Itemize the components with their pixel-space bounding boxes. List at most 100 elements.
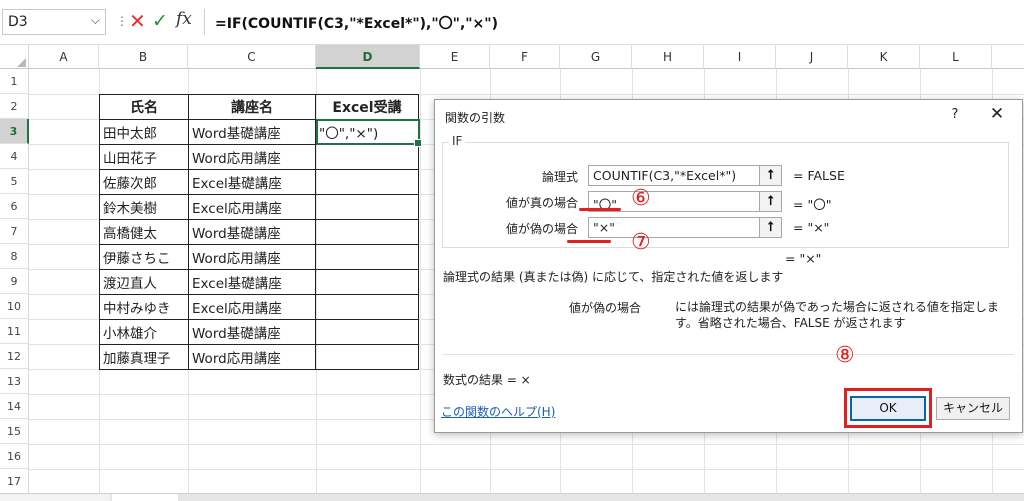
- cell[interactable]: 田中太郎: [99, 119, 189, 145]
- row-header-bar: 1 2 3 4 5 6 7 8 9 10 11 12 13 14 15 16 1…: [0, 69, 29, 494]
- collapse-dialog-icon[interactable]: ⭡: [760, 217, 782, 238]
- active-cell-content[interactable]: "〇","×"): [315, 119, 419, 145]
- cell[interactable]: [315, 194, 419, 220]
- formula-input[interactable]: =IF(COUNTIF(C3,"*Excel*"),"〇","×"): [204, 9, 1022, 35]
- step-7-marker: ⑦: [631, 230, 651, 255]
- header-cell[interactable]: 氏名: [99, 94, 189, 120]
- cell[interactable]: [315, 244, 419, 270]
- cell[interactable]: Word基礎講座: [188, 319, 316, 345]
- column-header-g[interactable]: G: [560, 45, 632, 69]
- cell[interactable]: Excel応用講座: [188, 194, 316, 220]
- divider: [443, 354, 1014, 355]
- cell[interactable]: Excel基礎講座: [188, 169, 316, 195]
- table-row: 加藤真理子 Word応用講座: [99, 344, 419, 370]
- cell[interactable]: Word応用講座: [188, 244, 316, 270]
- column-header-e[interactable]: E: [420, 45, 490, 69]
- step-6-underline: [579, 208, 621, 211]
- cell[interactable]: 加藤真理子: [99, 344, 189, 370]
- name-box[interactable]: D3 ⌵: [2, 9, 106, 35]
- column-header-j[interactable]: J: [776, 45, 848, 69]
- table-row: 渡辺直人 Excel基礎講座: [99, 269, 419, 295]
- cell[interactable]: 佐藤次郎: [99, 169, 189, 195]
- cell[interactable]: 伊藤さちこ: [99, 244, 189, 270]
- help-button[interactable]: ?: [946, 107, 964, 122]
- column-header-k[interactable]: K: [848, 45, 920, 69]
- cell[interactable]: 高橋健太: [99, 219, 189, 245]
- row-header[interactable]: 14: [0, 394, 29, 419]
- close-button[interactable]: ✕: [986, 104, 1008, 124]
- row-header[interactable]: 12: [0, 344, 29, 369]
- chevron-down-icon[interactable]: ⌵: [91, 13, 100, 28]
- gridline: [29, 444, 1024, 445]
- row-header[interactable]: 1: [0, 69, 29, 94]
- column-header-f[interactable]: F: [490, 45, 560, 69]
- cell[interactable]: Excel基礎講座: [188, 269, 316, 295]
- row-header[interactable]: 16: [0, 444, 29, 469]
- function-arguments-dialog: 関数の引数 ? ✕ IF 論理式 COUNTIF(C3,"*Excel*") ⭡…: [434, 99, 1023, 433]
- column-header-l[interactable]: L: [920, 45, 992, 69]
- row-header[interactable]: 13: [0, 369, 29, 394]
- cell[interactable]: [315, 144, 419, 170]
- function-help-link[interactable]: この関数のヘルプ(H): [441, 403, 555, 420]
- cell[interactable]: Word基礎講座: [188, 119, 316, 145]
- row-header[interactable]: 10: [0, 294, 29, 319]
- row-header[interactable]: 5: [0, 169, 29, 194]
- data-table: 氏名 講座名 Excel受講 田中太郎 Word基礎講座 "〇","×") 山田…: [99, 94, 419, 370]
- cell[interactable]: [315, 169, 419, 195]
- cell[interactable]: [315, 344, 419, 370]
- cell[interactable]: [315, 319, 419, 345]
- cell[interactable]: 中村みゆき: [99, 294, 189, 320]
- cancel-entry-icon[interactable]: ✕: [129, 9, 146, 33]
- arg-input-logical-test[interactable]: COUNTIF(C3,"*Excel*"): [588, 165, 760, 186]
- row-header[interactable]: 17: [0, 469, 29, 494]
- confirm-entry-icon[interactable]: ✓: [152, 10, 168, 32]
- row-header[interactable]: 4: [0, 144, 29, 169]
- cell[interactable]: Excel応用講座: [188, 294, 316, 320]
- column-header-c[interactable]: C: [188, 45, 316, 69]
- cell[interactable]: 鈴木美樹: [99, 194, 189, 220]
- cell[interactable]: [315, 219, 419, 245]
- column-header-d[interactable]: D: [316, 45, 420, 69]
- arg-result-logical-test: = FALSE: [793, 168, 845, 183]
- collapse-dialog-icon[interactable]: ⭡: [760, 191, 782, 212]
- cancel-button[interactable]: キャンセル: [936, 397, 1010, 420]
- select-all-corner[interactable]: [0, 45, 29, 69]
- column-header-i[interactable]: I: [704, 45, 776, 69]
- row-header[interactable]: 11: [0, 319, 29, 344]
- sheet-tab[interactable]: [0, 494, 110, 501]
- cell[interactable]: Word応用講座: [188, 144, 316, 170]
- arguments-group: IF 論理式 COUNTIF(C3,"*Excel*") ⭡ = FALSE 値…: [442, 134, 1009, 248]
- collapse-dialog-icon[interactable]: ⭡: [760, 165, 782, 186]
- overall-result: = "×": [785, 251, 822, 266]
- gridline: [420, 69, 421, 493]
- row-header[interactable]: 3: [0, 119, 29, 144]
- table-row: 伊藤さちこ Word応用講座: [99, 244, 419, 270]
- arg-description-label: 値が偽の場合: [569, 301, 642, 315]
- row-header[interactable]: 2: [0, 94, 29, 119]
- table-row: 小林雄介 Word基礎講座: [99, 319, 419, 345]
- insert-function-icon[interactable]: fx: [176, 9, 192, 29]
- cell[interactable]: 渡辺直人: [99, 269, 189, 295]
- sheet-tab-active[interactable]: [112, 494, 178, 501]
- cell[interactable]: Word基礎講座: [188, 219, 316, 245]
- cell[interactable]: 小林雄介: [99, 319, 189, 345]
- cell[interactable]: Word応用講座: [188, 344, 316, 370]
- row-header[interactable]: 9: [0, 269, 29, 294]
- cell[interactable]: [315, 269, 419, 295]
- row-header[interactable]: 6: [0, 194, 29, 219]
- cell[interactable]: [315, 294, 419, 320]
- step-6-marker: ⑥: [631, 186, 651, 211]
- table-row: 佐藤次郎 Excel基礎講座: [99, 169, 419, 195]
- table-row: 山田花子 Word応用講座: [99, 144, 419, 170]
- cell[interactable]: 山田花子: [99, 144, 189, 170]
- column-header-b[interactable]: B: [99, 45, 188, 69]
- row-header[interactable]: 8: [0, 244, 29, 269]
- row-header[interactable]: 7: [0, 219, 29, 244]
- header-cell[interactable]: 講座名: [188, 94, 316, 120]
- column-header-h[interactable]: H: [632, 45, 704, 69]
- header-cell[interactable]: Excel受講: [315, 94, 419, 120]
- arg-input-value-if-false[interactable]: "×": [588, 217, 760, 238]
- row-header[interactable]: 15: [0, 419, 29, 444]
- ok-button[interactable]: OK: [850, 396, 926, 421]
- column-header-a[interactable]: A: [29, 45, 99, 69]
